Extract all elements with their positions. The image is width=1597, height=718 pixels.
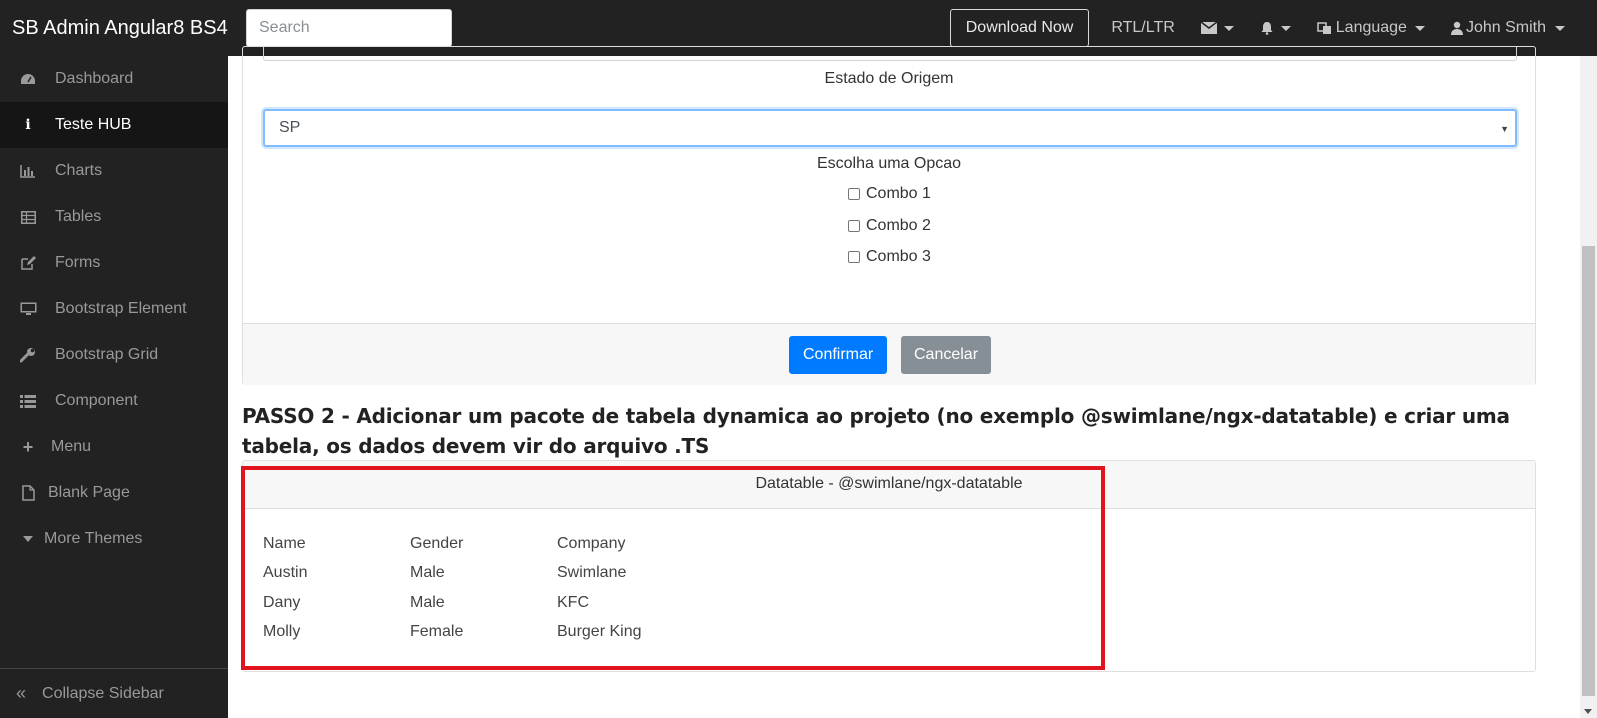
step-2-heading: PASSO 2 - Adicionar um pacote de tabela … [242, 404, 1510, 458]
combo-2-option[interactable]: Combo 2 [848, 217, 931, 235]
sidebar-item-component[interactable]: Component [0, 378, 228, 424]
cancel-button[interactable]: Cancelar [901, 336, 992, 374]
combo-2-checkbox[interactable] [848, 220, 860, 232]
info-icon: i [25, 117, 31, 133]
sidebar-item-label: Bootstrap Element [55, 300, 187, 317]
estado-select[interactable]: SP ▼ [263, 109, 1517, 147]
combo-3-option[interactable]: Combo 3 [848, 248, 931, 266]
language-dropdown[interactable]: Language [1317, 19, 1425, 37]
sidebar-item-bootstrap-element[interactable]: Bootstrap Element [0, 286, 228, 332]
combo-1-option[interactable]: Combo 1 [848, 185, 931, 203]
scrollbar-thumb[interactable] [1582, 246, 1595, 696]
opcao-label: Escolha uma Opcao [816, 155, 962, 172]
bell-icon [1261, 22, 1273, 35]
sidebar-item-dashboard[interactable]: Dashboard [0, 56, 228, 102]
brand-title[interactable]: SB Admin Angular8 BS4 [0, 17, 246, 40]
language-icon [1317, 22, 1331, 34]
sidebar-item-bootstrap-grid[interactable]: Bootstrap Grid [0, 332, 228, 378]
sidebar-item-label: Menu [51, 438, 92, 455]
scroll-down-arrow-icon[interactable] [1584, 709, 1592, 714]
sidebar-item-label: Tables [55, 208, 102, 225]
plus-icon: + [22, 436, 34, 457]
sidebar-item-teste-hub[interactable]: i Teste HUB [0, 102, 228, 148]
search-input[interactable] [246, 9, 452, 47]
download-now-button[interactable]: Download Now [949, 9, 1090, 47]
sidebar-item-tables[interactable]: Tables [0, 194, 228, 240]
sidebar-item-label: Teste HUB [55, 116, 132, 133]
notifications-dropdown[interactable] [1260, 21, 1291, 35]
sidebar-item-label: Charts [55, 162, 103, 179]
sidebar-item-more-themes[interactable]: More Themes [0, 516, 228, 562]
sidebar-item-menu[interactable]: + Menu [0, 424, 228, 470]
sidebar-item-label: Dashboard [55, 70, 134, 87]
main-content: Estado de Origem SP ▼ Escolha uma Opcao … [228, 46, 1580, 718]
combo-3-label: Combo 3 [866, 248, 931, 265]
collapse-sidebar-button[interactable]: « Collapse Sidebar [0, 668, 228, 718]
form-card: Estado de Origem SP ▼ Escolha uma Opcao … [242, 46, 1536, 385]
wrench-icon [18, 347, 38, 363]
user-dropdown[interactable]: John Smith [1450, 19, 1565, 37]
combo-2-label: Combo 2 [866, 217, 931, 234]
envelope-icon [1200, 22, 1217, 34]
page-scrollbar[interactable] [1580, 56, 1597, 718]
sidebar-item-charts[interactable]: Charts [0, 148, 228, 194]
messages-dropdown[interactable] [1200, 22, 1234, 34]
confirm-button[interactable]: Confirmar [789, 336, 888, 374]
language-label: Language [1335, 19, 1407, 36]
user-name: John Smith [1465, 19, 1546, 36]
user-icon [1450, 21, 1463, 35]
rtl-ltr-link[interactable]: RTL/LTR [1111, 19, 1174, 37]
sidebar-item-forms[interactable]: Forms [0, 240, 228, 286]
sidebar-item-label: Forms [55, 254, 101, 271]
sidebar-item-label: Bootstrap Grid [55, 346, 159, 363]
file-icon [18, 485, 38, 501]
estado-select-value: SP [279, 119, 301, 136]
combo-1-label: Combo 1 [866, 185, 931, 202]
bar-chart-icon [18, 163, 38, 179]
double-chevron-left-icon: « [16, 683, 27, 703]
estado-label: Estado de Origem [824, 70, 954, 87]
dashboard-icon [18, 71, 38, 87]
combo-3-checkbox[interactable] [848, 251, 860, 263]
list-icon [18, 393, 38, 409]
form-card-footer: Confirmar Cancelar [243, 323, 1535, 385]
caret-down-icon [18, 531, 38, 547]
sidebar-item-label: Component [55, 392, 138, 409]
table-icon [18, 209, 38, 225]
sidebar-item-label: Blank Page [48, 484, 130, 501]
desktop-icon [18, 301, 38, 317]
combo-1-checkbox[interactable] [848, 188, 860, 200]
collapse-sidebar-label: Collapse Sidebar [42, 684, 164, 702]
edit-icon [18, 255, 38, 271]
previous-input-field[interactable] [263, 47, 1517, 61]
select-arrow-icon: ▼ [1500, 124, 1509, 134]
sidebar: Dashboard i Teste HUB Charts Tables Form… [0, 56, 228, 718]
sidebar-item-blank-page[interactable]: Blank Page [0, 470, 228, 516]
red-highlight-box [241, 466, 1105, 670]
sidebar-item-label: More Themes [44, 530, 143, 547]
